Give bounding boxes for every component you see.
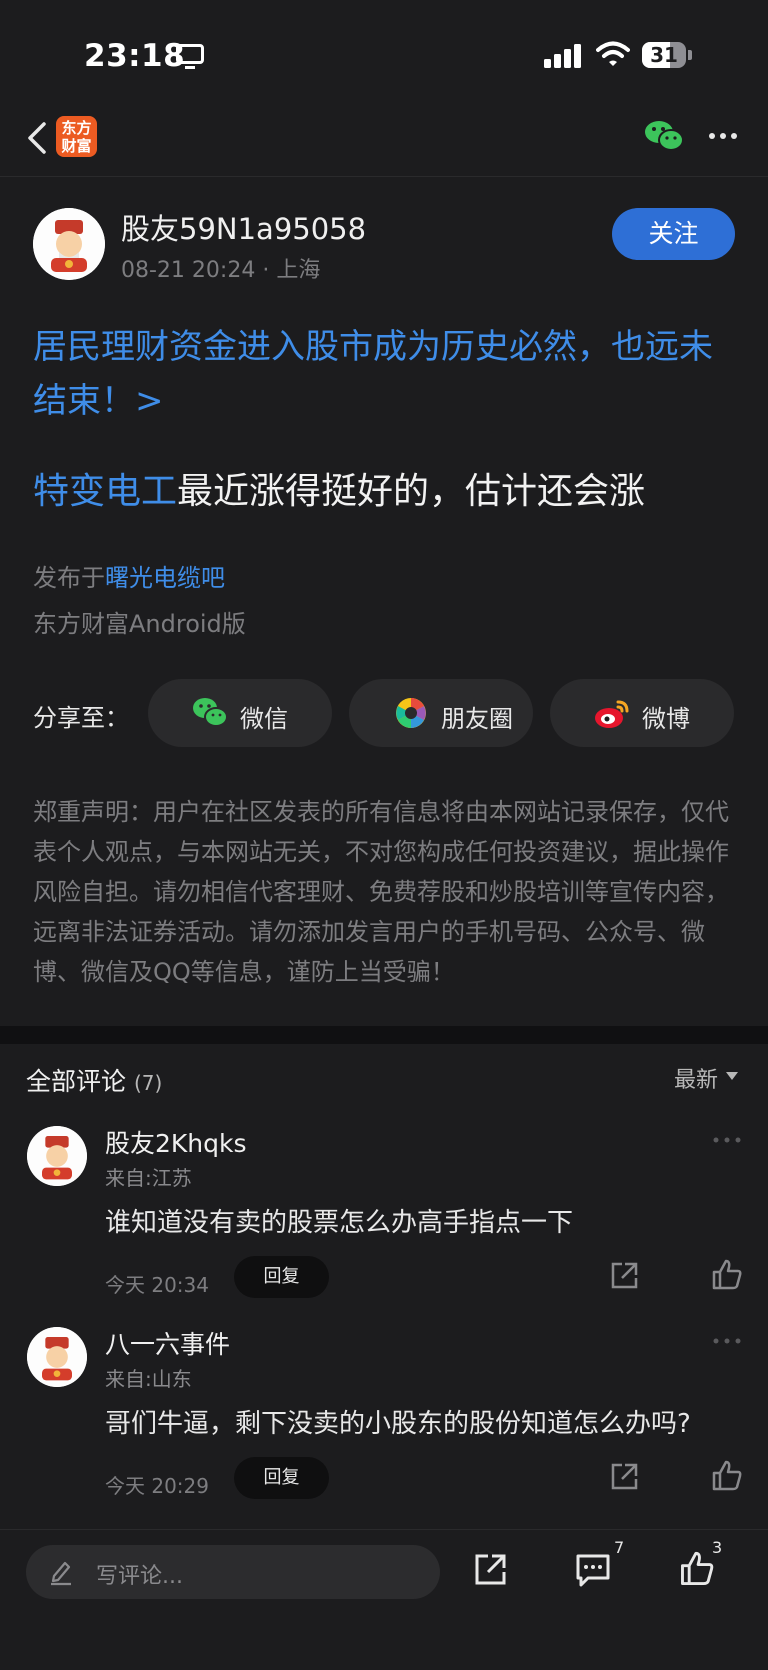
- bar-link[interactable]: 曙光电缆吧: [105, 564, 225, 592]
- screen-mirroring-icon: [176, 44, 204, 69]
- share-wechat-button[interactable]: 微信: [148, 679, 332, 747]
- commenter-location: 来自:江苏: [105, 1166, 192, 1190]
- comments-count: (7): [133, 1071, 163, 1095]
- comments-header: 全部评论 (7): [26, 1062, 162, 1098]
- commenter-location: 来自:山东: [105, 1367, 192, 1391]
- bottom-action-bar: 写评论... 7 3: [0, 1529, 768, 1670]
- wechat-icon[interactable]: [644, 118, 684, 154]
- post-date: 08-21 20:24: [121, 258, 256, 283]
- like-count: 3: [712, 1538, 723, 1557]
- like-icon[interactable]: [678, 1550, 716, 1588]
- share-icon[interactable]: [608, 1461, 640, 1493]
- meta-separator: ·: [262, 258, 277, 283]
- published-prefix: 发布于: [33, 564, 105, 592]
- commenter-avatar[interactable]: [27, 1126, 87, 1186]
- post-body-text: 最近涨得挺好的，估计还会涨: [177, 471, 646, 512]
- reply-button[interactable]: 回复: [234, 1256, 329, 1298]
- commenter-name[interactable]: 股友2Khqks: [105, 1124, 247, 1160]
- comment-text: 谁知道没有卖的股票怎么办高手指点一下: [105, 1208, 574, 1238]
- comment-count: 7: [614, 1538, 625, 1557]
- post-meta: 08-21 20:24 · 上海: [121, 252, 320, 284]
- share-moments-label: 朋友圈: [441, 705, 513, 733]
- comment-item: 股友2Khqks 来自:江苏 谁知道没有卖的股票怎么办高手指点一下 今天 20:…: [0, 1126, 768, 1326]
- like-icon[interactable]: [710, 1459, 744, 1493]
- app-logo[interactable]: 东方财富: [56, 116, 97, 157]
- section-divider: [0, 1026, 768, 1044]
- post-location: 上海: [276, 258, 321, 283]
- published-in: 发布于曙光电缆吧: [33, 558, 225, 593]
- stock-link[interactable]: 特变电工: [33, 471, 177, 512]
- weibo-icon: [595, 700, 629, 728]
- post-headline-link[interactable]: 居民理财资金进入股市成为历史必然，也远未结束！>: [33, 320, 738, 428]
- comments-title: 全部评论: [26, 1067, 127, 1096]
- wifi-icon: [596, 41, 630, 66]
- share-weibo-label: 微博: [642, 705, 690, 733]
- commenter-name[interactable]: 八一六事件: [105, 1325, 230, 1361]
- comment-icon[interactable]: [574, 1552, 612, 1588]
- comment-time: 今天 20:34: [105, 1273, 209, 1297]
- like-icon[interactable]: [710, 1258, 744, 1292]
- caret-down-icon[interactable]: [726, 1072, 738, 1080]
- sort-dropdown[interactable]: 最新: [674, 1062, 718, 1094]
- battery-icon: 31: [642, 42, 692, 68]
- moments-icon: [396, 698, 426, 728]
- post-body: 特变电工最近涨得挺好的，估计还会涨: [33, 466, 738, 518]
- share-icon[interactable]: [608, 1260, 640, 1292]
- comment-more-icon[interactable]: [712, 1136, 742, 1144]
- more-options-icon[interactable]: [708, 126, 738, 146]
- author-name[interactable]: 股友59N1a95058: [121, 206, 366, 248]
- battery-level: 31: [650, 43, 678, 67]
- pen-icon: [51, 1561, 71, 1586]
- comment-placeholder: 写评论...: [96, 1564, 183, 1589]
- nav-bar: 东方财富: [0, 100, 768, 177]
- follow-button[interactable]: 关注: [612, 208, 735, 260]
- share-label: 分享至：: [33, 704, 129, 732]
- reply-button[interactable]: 回复: [234, 1457, 329, 1499]
- wechat-icon: [193, 698, 228, 727]
- cellular-signal-icon: [544, 42, 584, 68]
- comment-item: 八一六事件 来自:山东 哥们牛逼，剩下没卖的小股东的股份知道怎么办吗? 今天 2…: [0, 1327, 768, 1527]
- disclaimer-text: 郑重声明：用户在社区发表的所有信息将由本网站记录保存，仅代表个人观点，与本网站无…: [33, 798, 729, 986]
- author-avatar[interactable]: [33, 208, 105, 280]
- commenter-avatar[interactable]: [27, 1327, 87, 1387]
- client-info: 东方财富Android版: [33, 610, 246, 638]
- comment-time: 今天 20:29: [105, 1474, 209, 1498]
- status-time: 23:18: [84, 38, 186, 74]
- comment-text: 哥们牛逼，剩下没卖的小股东的股份知道怎么办吗?: [105, 1409, 691, 1439]
- share-icon[interactable]: [472, 1552, 508, 1588]
- share-wechat-label: 微信: [240, 705, 288, 733]
- comment-input[interactable]: 写评论...: [26, 1545, 440, 1599]
- share-moments-button[interactable]: 朋友圈: [349, 679, 533, 747]
- comment-more-icon[interactable]: [712, 1337, 742, 1345]
- share-weibo-button[interactable]: 微博: [550, 679, 734, 747]
